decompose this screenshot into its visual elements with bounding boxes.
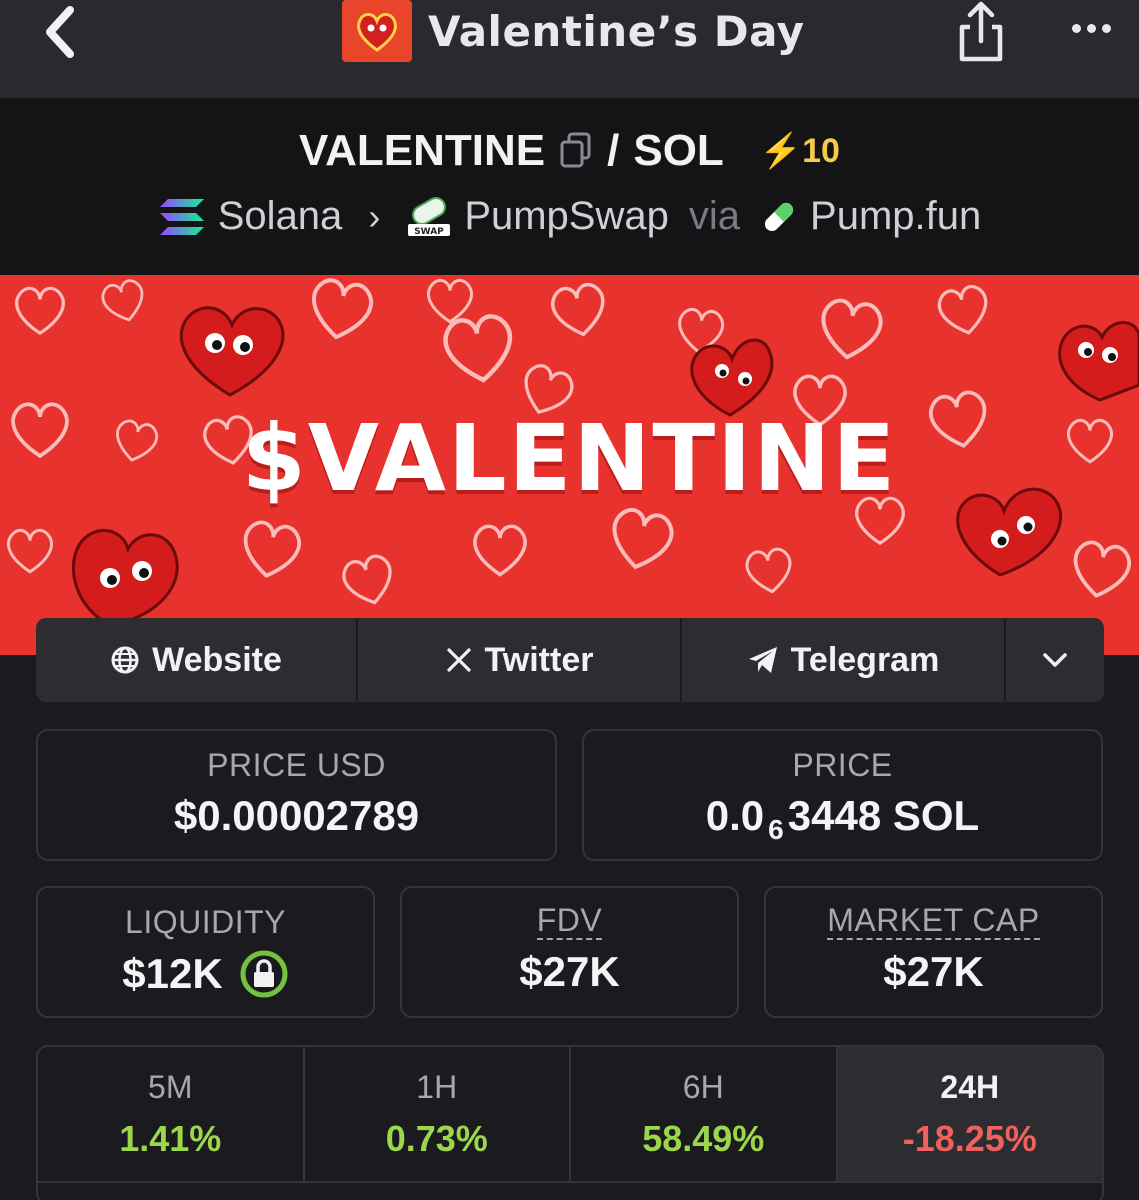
twitter-button[interactable]: Twitter xyxy=(358,618,682,702)
globe-icon xyxy=(111,646,139,674)
x-icon xyxy=(446,647,471,673)
via-label: via xyxy=(688,194,741,238)
timeframe-changes: 5M 1.41% 1H 0.73% 6H 58.49% 24H -18.25% xyxy=(36,1045,1104,1200)
top-nav-bar: Valentine’s Day xyxy=(0,0,1139,98)
chevron-left-icon xyxy=(46,6,74,58)
more-icon xyxy=(1071,23,1081,33)
fdv-value: $27K xyxy=(519,947,620,995)
pill-icon xyxy=(764,202,794,231)
liquidity-value: $12K xyxy=(122,950,223,997)
quote-token-symbol: SOL xyxy=(633,126,724,175)
pair-header: VALENTINE / SOL ⚡10 Solana › SWAP PumpSw… xyxy=(0,98,1139,275)
change-6h: 58.49% xyxy=(642,1118,765,1159)
heart-icon xyxy=(357,13,397,52)
liquidity-label: LIQUIDITY xyxy=(125,904,286,940)
telegram-button[interactable]: Telegram xyxy=(682,618,1006,702)
share-button[interactable] xyxy=(952,0,1010,64)
price-usd-label: PRICE USD xyxy=(207,747,386,783)
change-1h: 0.73% xyxy=(385,1118,488,1159)
tab-5m[interactable]: 5M 1.41% xyxy=(38,1047,305,1183)
telegram-label: Telegram xyxy=(790,640,940,679)
tab-24h[interactable]: 24H -18.25% xyxy=(837,1047,1102,1183)
price-usd-value: $0.00002789 xyxy=(173,792,420,839)
telegram-icon xyxy=(748,647,777,673)
social-links: Website Twitter Telegram xyxy=(36,618,1104,702)
market-cap-value: $27K xyxy=(883,947,984,995)
twitter-label: Twitter xyxy=(484,640,594,679)
dex-name[interactable]: PumpSwap xyxy=(464,194,669,239)
market-cap-card: MARKET CAP $27K xyxy=(764,886,1103,1018)
chevron-right-icon: › xyxy=(368,195,381,237)
back-button[interactable] xyxy=(34,2,84,62)
liquidity-card: LIQUIDITY $12K xyxy=(36,886,375,1018)
lock-icon[interactable] xyxy=(239,949,289,999)
more-links-button[interactable] xyxy=(1006,618,1104,702)
page-title: Valentine’s Day xyxy=(428,6,805,56)
price-label: PRICE xyxy=(792,747,893,783)
tab-1h[interactable]: 1H 0.73% xyxy=(304,1047,571,1183)
website-label: Website xyxy=(152,640,282,679)
banner-title: $VALENTINE xyxy=(241,405,898,512)
price-native-value: 0.0 6 3448 SOL xyxy=(705,792,980,845)
change-5m: 1.41% xyxy=(119,1118,222,1159)
boost-badge[interactable]: ⚡10 xyxy=(760,131,840,171)
price-zero-count: 6 xyxy=(768,814,784,845)
fdv-card: FDV $27K xyxy=(400,886,739,1018)
fdv-label[interactable]: FDV xyxy=(536,903,603,940)
tab-6h[interactable]: 6H 58.49% xyxy=(571,1047,838,1183)
pumpswap-icon: SWAP xyxy=(408,196,451,237)
chevron-down-icon xyxy=(1043,653,1067,667)
website-button[interactable]: Website xyxy=(36,618,358,702)
market-cap-label[interactable]: MARKET CAP xyxy=(827,903,1040,940)
launchpad-name[interactable]: Pump.fun xyxy=(810,194,981,239)
copy-icon[interactable] xyxy=(559,132,593,170)
price-native-card: PRICE 0.0 6 3448 SOL xyxy=(582,729,1103,861)
pair-separator: / xyxy=(607,126,620,175)
token-banner: $VALENTINE xyxy=(0,275,1139,655)
token-avatar xyxy=(342,0,412,62)
price-usd-card: PRICE USD $0.00002789 xyxy=(36,729,557,861)
change-24h: -18.25% xyxy=(902,1118,1037,1159)
chain-name[interactable]: Solana xyxy=(218,194,343,239)
base-token-symbol: VALENTINE xyxy=(299,126,546,175)
share-icon xyxy=(959,1,1003,62)
svg-text:SWAP: SWAP xyxy=(415,227,445,237)
solana-icon xyxy=(159,198,204,235)
more-button[interactable] xyxy=(1062,10,1120,46)
